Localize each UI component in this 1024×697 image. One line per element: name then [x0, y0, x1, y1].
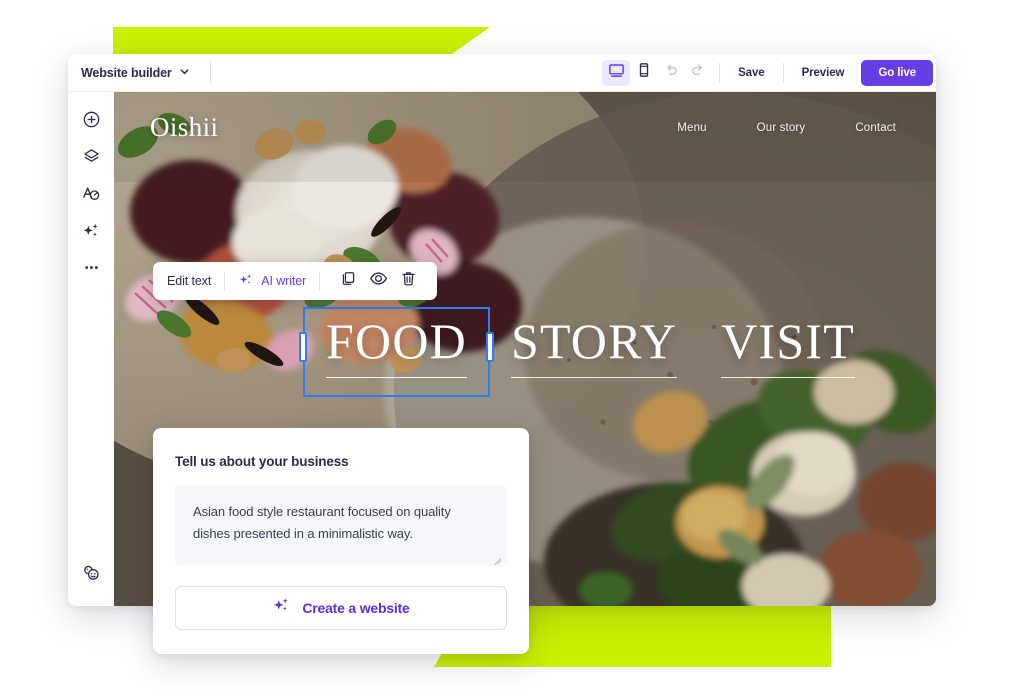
site-nav-links: Menu Our story Contact — [677, 122, 906, 134]
smiley-chat-icon — [81, 562, 102, 588]
screenshot-stage: Website builder Save Preview Go live Ois… — [0, 0, 1024, 697]
sidebar-item-more-options[interactable] — [74, 253, 108, 287]
toolbar-divider — [319, 271, 321, 291]
sidebar-item-add-element[interactable] — [74, 105, 108, 139]
plus-circle-icon — [82, 110, 101, 134]
headline-word-food[interactable]: FOOD — [299, 307, 494, 397]
chevron-down-icon — [179, 64, 190, 82]
site-nav-link-contact[interactable]: Contact — [855, 122, 896, 134]
undo-arrow-icon — [663, 62, 680, 84]
site-nav-link-menu[interactable]: Menu — [677, 122, 706, 134]
sidebar-item-layers[interactable] — [74, 142, 108, 176]
business-description-value: Asian food style restaurant focused on q… — [193, 504, 451, 542]
ellipsis-icon — [82, 258, 101, 282]
go-live-button[interactable]: Go live — [861, 59, 933, 86]
selection-handle-left[interactable] — [299, 332, 307, 362]
business-description-panel: Tell us about your business Asian food s… — [153, 428, 529, 654]
sidebar-item-text-style[interactable] — [74, 179, 108, 213]
create-website-label: Create a website — [302, 599, 410, 616]
redo-arrow-icon — [689, 62, 706, 84]
textarea-resize-handle[interactable] — [492, 552, 502, 565]
mobile-view-button[interactable] — [630, 60, 658, 86]
eye-visibility-icon — [369, 269, 388, 293]
headline-word-label: FOOD — [326, 313, 467, 369]
sidebar-item-ai-tools[interactable] — [74, 216, 108, 250]
mobile-phone-icon — [636, 62, 652, 83]
site-nav-link-our-story[interactable]: Our story — [757, 122, 806, 134]
headline-word-visit[interactable]: VISIT — [699, 308, 877, 396]
business-description-input[interactable]: Asian food style restaurant focused on q… — [175, 485, 507, 566]
undo-button[interactable] — [658, 60, 684, 86]
site-headline: FOOD STORY VISIT — [299, 307, 877, 397]
trash-bin-icon — [400, 270, 417, 292]
brand-label: Website builder — [81, 65, 172, 80]
duplicate-copy-icon — [340, 270, 357, 292]
sparkles-icon — [238, 272, 254, 291]
ai-writer-label: AI writer — [261, 274, 307, 288]
ai-writer-button[interactable]: AI writer — [238, 272, 306, 291]
sidebar-item-support-chat[interactable] — [74, 558, 108, 592]
app-top-bar: Website builder Save Preview Go live — [68, 54, 936, 92]
delete-element-button[interactable] — [393, 268, 423, 294]
sparkles-icon — [272, 596, 291, 620]
save-button[interactable]: Save — [729, 67, 773, 79]
site-navigation: Oishii Menu Our story Contact — [114, 112, 936, 143]
font-text-icon — [81, 184, 101, 209]
duplicate-element-button[interactable] — [333, 268, 363, 294]
redo-button[interactable] — [684, 60, 710, 86]
toolbar-divider — [782, 62, 784, 83]
toolbar-divider — [209, 61, 211, 84]
edit-text-button[interactable]: Edit text — [167, 274, 211, 288]
left-sidebar — [68, 92, 114, 606]
desktop-view-button[interactable] — [602, 59, 631, 86]
toolbar-divider — [719, 62, 721, 83]
layers-icon — [82, 147, 101, 171]
element-edit-toolbar: Edit text AI writer — [153, 262, 438, 300]
site-logo[interactable]: Oishii — [150, 112, 218, 143]
sparkles-icon — [81, 221, 101, 246]
preview-button[interactable]: Preview — [793, 67, 854, 79]
panel-title: Tell us about your business — [175, 454, 349, 469]
brand-dropdown[interactable]: Website builder — [68, 64, 190, 82]
toolbar-divider — [224, 271, 226, 291]
headline-word-story[interactable]: STORY — [489, 308, 699, 396]
top-bar-actions: Save Preview Go live — [602, 54, 936, 91]
hide-element-button[interactable] — [363, 268, 393, 294]
desktop-monitor-icon — [608, 62, 625, 84]
create-website-button[interactable]: Create a website — [175, 585, 507, 630]
